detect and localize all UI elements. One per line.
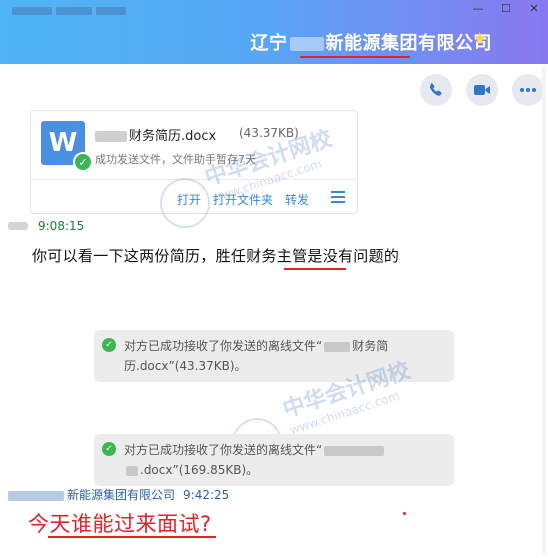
window-controls: — ☐ ✕ xyxy=(464,0,548,16)
reply-underline-annotation xyxy=(48,536,216,538)
file-name: 财务简历.docx xyxy=(95,125,216,144)
redacted-filename xyxy=(95,131,127,142)
text-underline-annotation xyxy=(284,268,346,270)
open-folder-link[interactable]: 打开文件夹 xyxy=(213,191,273,208)
open-file-link[interactable]: 打开 xyxy=(177,191,201,208)
file-message-card[interactable]: W ✓ 财务简历.docx (43.37KB) 成功发送文件，文件助手暂存7天 … xyxy=(30,110,358,214)
chat-title-prefix: 辽宁 xyxy=(250,33,288,54)
voice-call-button[interactable] xyxy=(420,74,452,106)
reply-message: 今天谁能过来面试? xyxy=(28,512,212,536)
check-icon: ✓ xyxy=(102,442,116,456)
file-actions: 打开 打开文件夹 转发 xyxy=(177,191,309,208)
sender-name: 新能源集团有限公司 xyxy=(67,488,176,502)
system-notice: ✓ 对方已成功接收了你发送的离线文件“ .docx”(169.85KB)。 xyxy=(94,434,454,486)
message-text: 你可以看一下这两份简历，胜任财务主管是没有问题的 xyxy=(32,247,400,265)
minimize-button[interactable]: — xyxy=(464,0,492,16)
close-button[interactable]: ✕ xyxy=(520,0,548,16)
title-underline-annotation xyxy=(300,56,410,58)
chat-title[interactable]: 辽宁 新能源集团有限公司 xyxy=(251,29,493,55)
file-status: 成功发送文件，文件助手暂存7天 xyxy=(95,153,256,166)
redacted-name xyxy=(289,37,324,51)
notice-text: 历.docx”(43.37KB)。 xyxy=(124,359,247,373)
notice-text: 对方已成功接收了你发送的离线文件“ xyxy=(124,339,323,353)
message-time: 9:08:15 xyxy=(38,219,85,233)
star-icon[interactable]: ★ xyxy=(472,29,487,49)
watermark-url: www.chinaacc.com xyxy=(288,388,402,438)
check-icon: ✓ xyxy=(102,338,116,352)
divider xyxy=(31,179,357,180)
forward-link[interactable]: 转发 xyxy=(285,191,309,208)
file-size: (43.37KB) xyxy=(239,126,299,140)
redacted-text xyxy=(126,465,138,476)
menu-icon[interactable] xyxy=(331,191,345,206)
avatar xyxy=(8,222,28,230)
more-icon xyxy=(520,88,536,92)
maximize-button[interactable]: ☐ xyxy=(492,0,520,16)
chat-title-suffix: 新能源集团有限公司 xyxy=(325,33,492,54)
notice-file: 财务简 xyxy=(352,339,389,353)
redacted-text xyxy=(324,341,351,352)
notice-text: 对方已成功接收了你发送的离线文件“ xyxy=(124,443,323,457)
video-call-button[interactable] xyxy=(466,74,498,106)
sent-check-icon: ✓ xyxy=(73,152,93,172)
annotation-dot xyxy=(403,512,406,515)
file-name-text: 财务简历.docx xyxy=(129,129,217,144)
reply-time: 9:42:25 xyxy=(183,488,230,502)
reply-sender: 新能源集团有限公司 9:42:25 xyxy=(8,486,229,503)
more-button[interactable] xyxy=(512,74,544,106)
app-title-blurred xyxy=(12,0,172,15)
redacted-name xyxy=(8,490,64,501)
notice-text: .docx”(169.85KB)。 xyxy=(140,463,259,477)
phone-icon xyxy=(429,83,442,96)
scrollbar[interactable] xyxy=(542,66,546,554)
system-notice: ✓ 对方已成功接收了你发送的离线文件“ 财务简 历.docx”(43.37KB)。 xyxy=(94,330,454,382)
video-icon xyxy=(474,85,490,95)
redacted-text xyxy=(324,445,385,456)
